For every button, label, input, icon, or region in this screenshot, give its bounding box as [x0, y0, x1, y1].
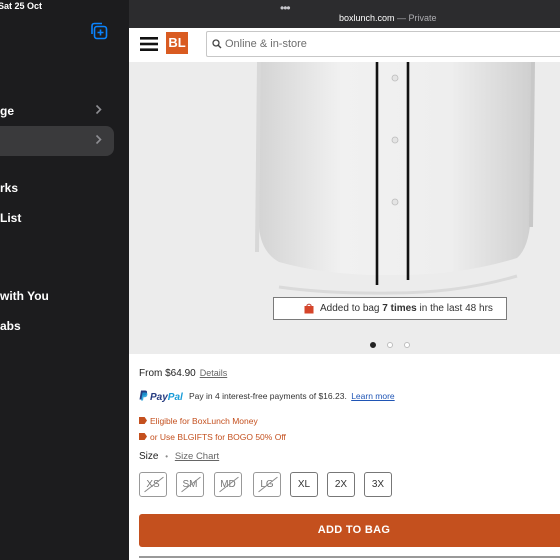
- size-option-lg[interactable]: LG: [253, 472, 281, 497]
- size-option-xl[interactable]: XL: [290, 472, 318, 497]
- browser-toolbar: ••• boxlunch.com — Private: [129, 0, 560, 28]
- tabs-sidebar: Sat 25 Oct ge rks List with You abs: [0, 0, 129, 560]
- size-header: Size • Size Chart: [139, 451, 219, 462]
- sidebar-item-reading-list[interactable]: List: [0, 203, 114, 233]
- size-option-xs[interactable]: XS: [139, 472, 167, 497]
- size-option-3x[interactable]: 3X: [364, 472, 392, 497]
- search-icon: [212, 39, 222, 49]
- carousel-dot-2[interactable]: [387, 342, 393, 348]
- size-option-2x[interactable]: 2X: [327, 472, 355, 497]
- learn-more-link[interactable]: Learn more: [351, 391, 394, 401]
- promo-bogo[interactable]: or Use BLGIFTS for BOGO 50% Off: [139, 432, 286, 442]
- size-label: Size: [139, 451, 159, 462]
- sidebar-item-0[interactable]: ge: [0, 96, 114, 126]
- tag-icon: [139, 433, 147, 440]
- sidebar-item-label: abs: [0, 319, 21, 333]
- paypal-mark-icon: [139, 390, 148, 401]
- bag-banner-text: Added to bag 7 times in the last 48 hrs: [320, 303, 493, 314]
- search-box[interactable]: [206, 31, 560, 57]
- price-label: From $64.90: [139, 368, 196, 379]
- sidebar-item-label: ge: [0, 104, 15, 118]
- sidebar-item-label: List: [0, 211, 22, 225]
- add-to-bag-button[interactable]: ADD TO BAG: [139, 514, 560, 547]
- new-tab-group-icon[interactable]: [89, 21, 109, 41]
- multitasking-handle[interactable]: •••: [280, 1, 291, 15]
- tag-icon: [139, 417, 147, 424]
- browser-content: ••• boxlunch.com — Private BL Online & i…: [129, 0, 560, 560]
- sidebar-item-1-selected[interactable]: [0, 126, 114, 156]
- size-separator: •: [165, 452, 169, 461]
- boxlunch-logo[interactable]: BL: [166, 32, 188, 54]
- menu-icon[interactable]: [139, 34, 159, 54]
- url-text: boxlunch.com: [339, 13, 395, 23]
- paypal-logo: PayPal: [139, 390, 183, 403]
- search-input[interactable]: [225, 34, 525, 54]
- private-mode-label: — Private: [397, 13, 437, 23]
- paypal-installments: Pay in 4 interest-free payments of $16.2…: [189, 391, 395, 401]
- paypal-installments-text: Pay in 4 interest-free payments of $16.2…: [189, 391, 347, 401]
- sidebar-item-bookmarks[interactable]: rks: [0, 173, 114, 203]
- sidebar-item-label: with You: [0, 289, 49, 303]
- address-bar[interactable]: boxlunch.com — Private: [339, 13, 437, 23]
- size-option-sm[interactable]: SM: [176, 472, 204, 497]
- divider: [139, 556, 560, 558]
- size-chart-link[interactable]: Size Chart: [175, 451, 219, 462]
- chevron-right-icon: [95, 104, 102, 118]
- sidebar-item-shared-with-you[interactable]: with You: [0, 281, 114, 311]
- sidebar-item-label: rks: [0, 181, 19, 195]
- promo-boxlunch-money[interactable]: Eligible for BoxLunch Money: [139, 416, 258, 426]
- price-line: From $64.90 Details: [139, 368, 227, 379]
- added-to-bag-banner: Added to bag 7 times in the last 48 hrs: [273, 297, 507, 320]
- size-option-md[interactable]: MD: [214, 472, 242, 497]
- chevron-right-icon: [95, 134, 102, 148]
- carousel-dot-3[interactable]: [404, 342, 410, 348]
- product-image[interactable]: Added to bag 7 times in the last 48 hrs: [129, 61, 560, 354]
- site-header: BL: [129, 28, 560, 62]
- details-link[interactable]: Details: [200, 368, 228, 378]
- carousel-dot-1[interactable]: [370, 342, 376, 348]
- shopping-bag-icon: [304, 303, 314, 314]
- status-date: Sat 25 Oct: [0, 1, 43, 11]
- sidebar-item-icloud-tabs[interactable]: abs: [0, 311, 114, 341]
